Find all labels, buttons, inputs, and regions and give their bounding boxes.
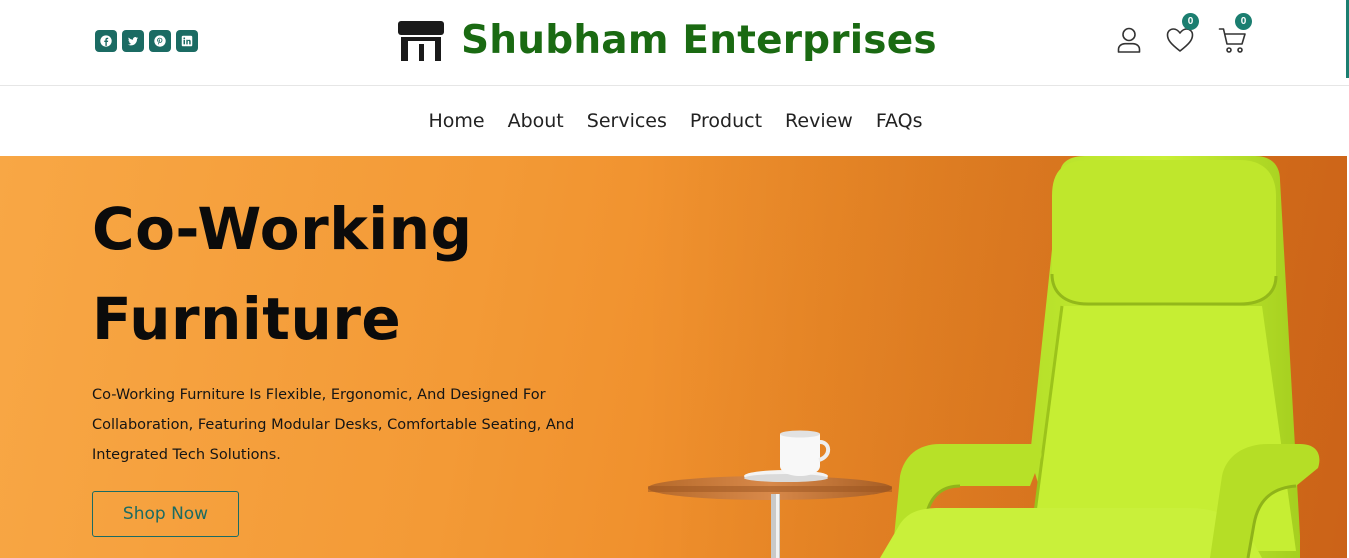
nav-item-home[interactable]: Home bbox=[428, 110, 484, 132]
social-links bbox=[95, 30, 198, 52]
store-icon bbox=[396, 19, 446, 63]
twitter-icon[interactable] bbox=[122, 30, 144, 52]
brand-name: Shubham Enterprises bbox=[461, 18, 937, 63]
site-header: Shubham Enterprises 0 0 bbox=[0, 0, 1349, 86]
user-icon bbox=[1117, 27, 1141, 53]
hero-description: Co-Working Furniture Is Flexible, Ergono… bbox=[92, 387, 575, 463]
facebook-icon[interactable] bbox=[95, 30, 117, 52]
nav-item-services[interactable]: Services bbox=[587, 110, 667, 132]
nav-item-review[interactable]: Review bbox=[785, 110, 853, 132]
hero-title-line-1: Co-Working bbox=[92, 195, 473, 263]
brand-logo[interactable]: Shubham Enterprises bbox=[396, 17, 937, 65]
account-button[interactable] bbox=[1112, 20, 1146, 56]
linkedin-icon[interactable] bbox=[176, 30, 198, 52]
shop-now-button[interactable]: Shop Now bbox=[92, 491, 239, 537]
hero-content: Co-Working Furniture Co-Working Furnitur… bbox=[92, 184, 632, 537]
wishlist-count-badge: 0 bbox=[1182, 13, 1199, 30]
hero-title-line-2: Furniture bbox=[92, 285, 402, 353]
wishlist-button[interactable]: 0 bbox=[1163, 13, 1199, 56]
nav-item-product[interactable]: Product bbox=[690, 110, 762, 132]
main-nav: Home About Services Product Review FAQs bbox=[0, 86, 1349, 156]
header-actions: 0 0 bbox=[1112, 13, 1252, 60]
nav-item-faqs[interactable]: FAQs bbox=[876, 110, 923, 132]
hero-banner: Co-Working Furniture Co-Working Furnitur… bbox=[0, 156, 1347, 558]
nav-item-about[interactable]: About bbox=[508, 110, 564, 132]
pinterest-icon[interactable] bbox=[149, 30, 171, 52]
hero-title: Co-Working Furniture bbox=[92, 184, 632, 364]
cart-count-badge: 0 bbox=[1235, 13, 1252, 30]
cart-button[interactable]: 0 bbox=[1216, 13, 1252, 56]
